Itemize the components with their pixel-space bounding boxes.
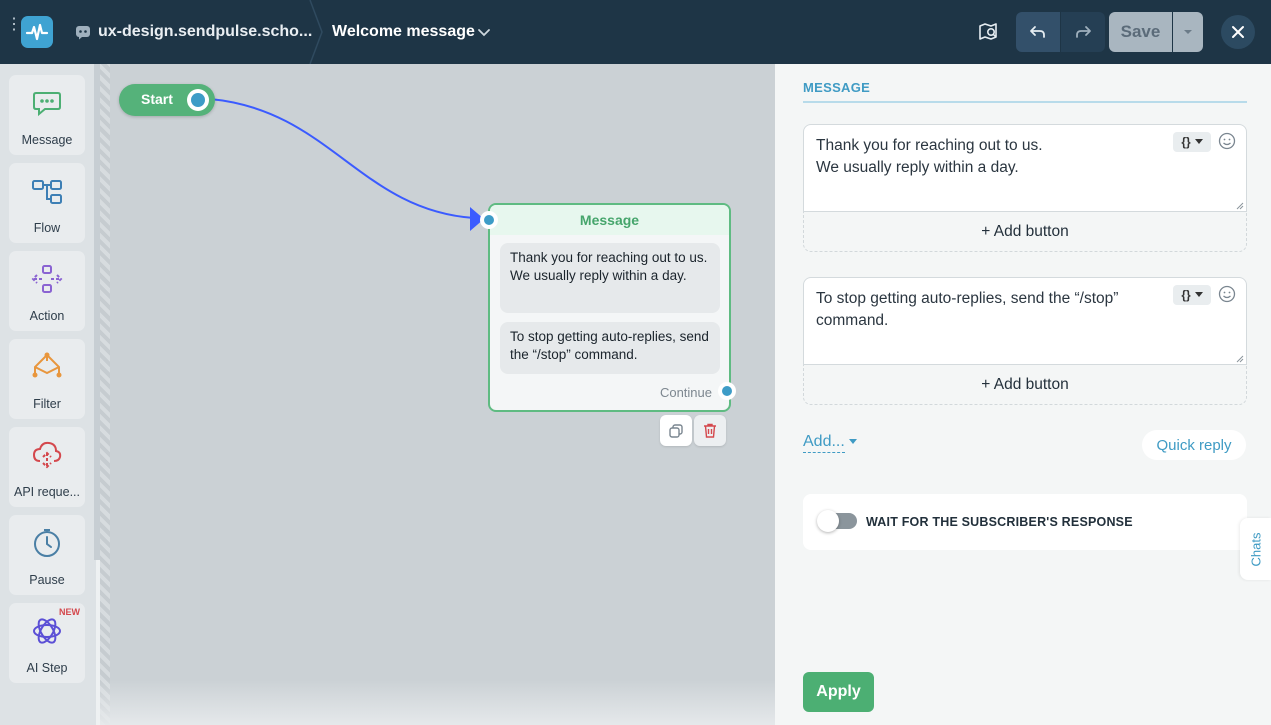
palette-item-flow[interactable]: Flow bbox=[9, 163, 85, 243]
chevron-down-icon[interactable] bbox=[476, 24, 492, 40]
palette-label: AI Step bbox=[26, 661, 68, 675]
panel-title-underline bbox=[803, 101, 1247, 103]
palette-item-pause[interactable]: Pause bbox=[9, 515, 85, 595]
resize-grip-icon[interactable] bbox=[1236, 355, 1244, 363]
quick-reply-button[interactable]: Quick reply bbox=[1142, 430, 1246, 460]
variables-icon: {} bbox=[1181, 135, 1191, 149]
breadcrumb-separator bbox=[309, 0, 323, 64]
panel-title: MESSAGE bbox=[803, 80, 871, 95]
caret-down-icon bbox=[1194, 139, 1203, 144]
emoji-icon[interactable] bbox=[1218, 285, 1236, 303]
apply-button[interactable]: Apply bbox=[803, 672, 874, 712]
palette-label: Message bbox=[21, 133, 73, 147]
save-options-dropdown[interactable] bbox=[1173, 12, 1203, 52]
add-more-dropdown[interactable]: Add... bbox=[803, 432, 845, 453]
message-node-title: Message bbox=[490, 205, 729, 235]
start-output-port-dot bbox=[191, 93, 205, 107]
palette-item-ai-step[interactable]: NEW AI Step bbox=[9, 603, 85, 683]
chats-tab-label[interactable]: Chats bbox=[1240, 518, 1271, 580]
caret-down-icon bbox=[1194, 292, 1203, 297]
bot-icon bbox=[76, 26, 90, 40]
duplicate-node-button[interactable] bbox=[660, 415, 692, 446]
palette-label: Flow bbox=[33, 221, 61, 235]
variables-button[interactable]: {} bbox=[1173, 285, 1211, 305]
variables-button[interactable]: {} bbox=[1173, 132, 1211, 152]
palette-item-api-request[interactable]: API reque... bbox=[9, 427, 85, 507]
wait-response-toggle[interactable] bbox=[817, 510, 857, 532]
delete-node-button[interactable] bbox=[694, 415, 726, 446]
palette-label: Action bbox=[29, 309, 65, 323]
continue-label: Continue bbox=[659, 385, 712, 400]
flow-name[interactable]: Welcome message bbox=[332, 23, 475, 41]
message-bubble-icon bbox=[33, 92, 61, 117]
add-button[interactable]: + Add button bbox=[803, 365, 1247, 405]
caret-down-icon[interactable] bbox=[849, 439, 857, 445]
undo-redo-group bbox=[1016, 12, 1105, 52]
close-icon bbox=[1232, 26, 1244, 38]
bot-name[interactable]: ux-design.sendpulse.scho... bbox=[98, 23, 312, 41]
start-label: Start bbox=[141, 91, 173, 107]
palette-label: Pause bbox=[29, 573, 65, 587]
message-node-bubble: Thank you for reaching out to us. We usu… bbox=[500, 243, 720, 313]
close-button[interactable] bbox=[1221, 15, 1255, 49]
canvas-fade bbox=[100, 680, 775, 725]
palette-item-filter[interactable]: Filter bbox=[9, 339, 85, 419]
preview-map-icon[interactable] bbox=[972, 16, 1004, 48]
undo-button[interactable] bbox=[1016, 12, 1060, 52]
redo-button[interactable] bbox=[1060, 12, 1105, 52]
palette-item-message[interactable]: Message bbox=[9, 75, 85, 155]
toggle-knob bbox=[817, 510, 839, 532]
message-node[interactable]: Message Thank you for reaching out to us… bbox=[488, 203, 731, 412]
save-button[interactable]: Save bbox=[1109, 12, 1172, 52]
palette-label: API reque... bbox=[13, 485, 80, 499]
undo-icon bbox=[1030, 26, 1045, 38]
add-button[interactable]: + Add button bbox=[803, 212, 1247, 252]
action-icon bbox=[31, 265, 63, 293]
canvas-edge bbox=[100, 64, 110, 725]
sendpulse-logo[interactable] bbox=[21, 16, 53, 48]
clock-icon bbox=[34, 529, 60, 557]
variables-icon: {} bbox=[1181, 288, 1191, 302]
chats-label-text: Chats bbox=[1248, 532, 1263, 566]
ai-step-icon bbox=[33, 618, 61, 644]
wait-response-card: WAIT FOR THE SUBSCRIBER'S RESPONSE bbox=[803, 494, 1247, 550]
resize-grip-icon[interactable] bbox=[1236, 202, 1244, 210]
caret-down-icon bbox=[1184, 30, 1192, 34]
palette-label: Filter bbox=[33, 397, 61, 411]
api-request-icon bbox=[32, 441, 62, 469]
palette-item-action[interactable]: Action bbox=[9, 251, 85, 331]
kebab-menu-icon[interactable]: ⋮ bbox=[6, 17, 22, 33]
message-card: To stop getting auto-replies, send the “… bbox=[803, 277, 1247, 405]
copy-icon bbox=[669, 423, 683, 438]
flow-icon bbox=[32, 180, 62, 204]
message-node-bubble: To stop getting auto-replies, send the “… bbox=[500, 322, 720, 374]
message-card: Thank you for reaching out to us. We usu… bbox=[803, 124, 1247, 252]
continue-output-port-dot bbox=[722, 386, 732, 396]
emoji-icon[interactable] bbox=[1218, 132, 1236, 150]
message-input-port-dot bbox=[484, 215, 494, 225]
redo-icon bbox=[1076, 26, 1091, 38]
filter-icon bbox=[32, 352, 62, 378]
trash-icon bbox=[704, 423, 716, 438]
wait-response-label: WAIT FOR THE SUBSCRIBER'S RESPONSE bbox=[866, 515, 1133, 529]
